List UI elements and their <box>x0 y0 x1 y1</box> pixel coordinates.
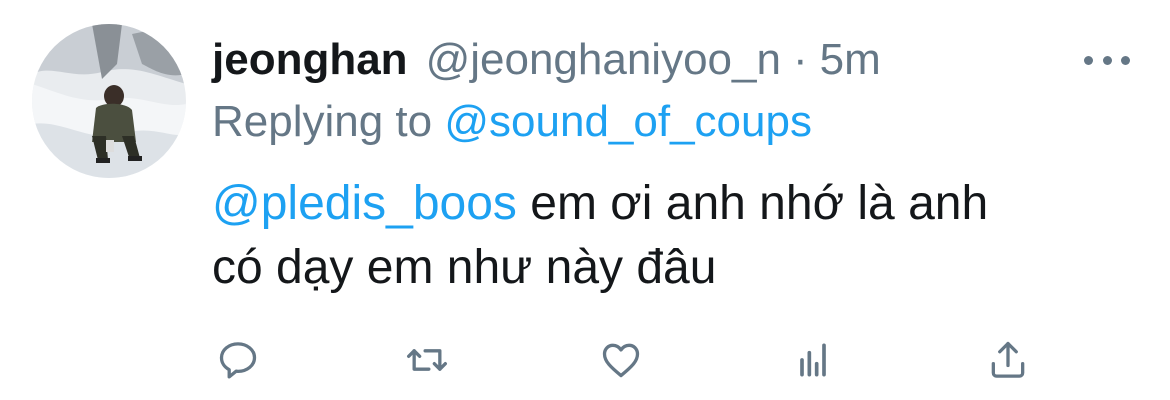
timestamp[interactable]: 5m <box>820 30 881 90</box>
more-dot <box>1102 55 1112 65</box>
tweet-text: @pledis_boos em ơi anh nhớ là anh có dạy… <box>212 172 1112 300</box>
tweet-text-part-1: em ơi anh nhớ là anh <box>530 177 989 230</box>
display-name[interactable]: jeonghan <box>212 30 408 90</box>
separator-dot: · <box>792 35 808 84</box>
more-dot <box>1084 55 1093 65</box>
tweet-text-line-2: có dạy em như này đâu <box>212 241 717 294</box>
more-dot <box>1121 55 1130 65</box>
heart-icon <box>602 343 640 378</box>
avatar-image <box>32 24 186 178</box>
retweet-icon <box>407 349 447 371</box>
analytics-button[interactable] <box>789 336 837 384</box>
tweet-card: jeonghan @jeonghaniyoo_n · 5m Replying t… <box>0 0 1170 400</box>
replying-to-label: Replying to <box>212 97 433 146</box>
like-button[interactable] <box>597 336 645 384</box>
retweet-button[interactable] <box>403 336 451 384</box>
tweet-text-line-1: @pledis_boos em ơi anh nhớ là anh <box>212 172 1112 236</box>
reply-icon <box>219 342 257 379</box>
body-mention[interactable]: @pledis_boos <box>212 177 517 230</box>
share-icon <box>991 341 1025 378</box>
analytics-icon <box>800 343 826 377</box>
user-handle[interactable]: @jeonghaniyoo_n <box>426 30 781 90</box>
reply-button[interactable] <box>214 336 262 384</box>
avatar[interactable] <box>32 24 186 178</box>
replying-to-mention[interactable]: @sound_of_coups <box>444 97 812 146</box>
replying-to: Replying to @sound_of_coups <box>212 92 812 152</box>
tweet-header: jeonghan @jeonghaniyoo_n · 5m <box>212 30 881 90</box>
action-bar <box>0 330 1170 390</box>
share-button[interactable] <box>984 336 1032 384</box>
more-dots-icon[interactable] <box>1084 48 1130 72</box>
